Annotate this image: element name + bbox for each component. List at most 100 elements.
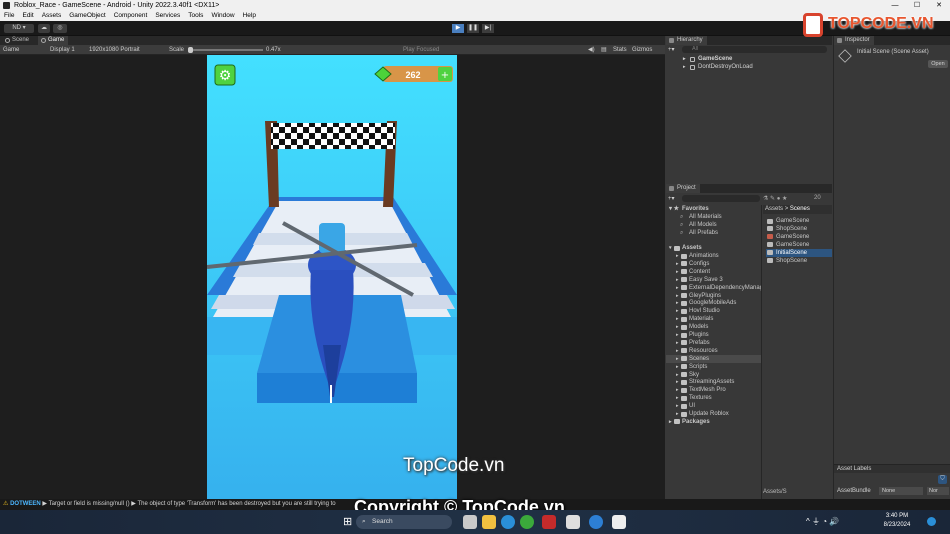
collab-icon[interactable]: ◎ xyxy=(53,24,67,33)
menu-assets[interactable]: Assets xyxy=(38,11,66,21)
asset-bundle-dropdown[interactable]: None xyxy=(879,487,923,495)
add-icon[interactable]: +▾ xyxy=(668,46,675,53)
folder-item[interactable]: ▸ Scripts xyxy=(666,363,761,371)
close-button[interactable]: ✕ xyxy=(928,0,950,11)
topcode-logo: TOPCODE.VN xyxy=(800,11,950,39)
unity-hub-icon[interactable] xyxy=(566,515,580,529)
project-search[interactable] xyxy=(682,195,760,202)
folder-item[interactable]: ▸ Materials xyxy=(666,315,761,323)
file-explorer-icon[interactable] xyxy=(482,515,496,529)
assets-header[interactable]: ▾ Assets xyxy=(666,244,761,252)
console-message[interactable]: ▶ Target or field is missing/null () ▶ T… xyxy=(42,501,335,507)
app-icon[interactable] xyxy=(542,515,556,529)
folder-item[interactable]: ▸ Textures xyxy=(666,394,761,402)
scale-slider-handle[interactable] xyxy=(188,47,193,53)
stats-button[interactable]: Stats xyxy=(613,45,627,55)
scale-slider[interactable] xyxy=(188,49,263,51)
create-icon[interactable]: +▾ xyxy=(668,195,675,202)
folder-item[interactable]: ▸ Hovl Studio xyxy=(666,307,761,315)
menu-services[interactable]: Services xyxy=(151,11,184,21)
menu-gameobject[interactable]: GameObject xyxy=(65,11,110,21)
scene-file[interactable]: GameScene xyxy=(766,233,832,241)
folder-icon xyxy=(681,324,687,330)
folder-item[interactable]: ▸ UI xyxy=(666,402,761,410)
folder-icon xyxy=(681,269,687,275)
menu-file[interactable]: File xyxy=(0,11,18,21)
favorites-header[interactable]: ▾ ★ Favorites xyxy=(666,205,761,213)
asset-variant-dropdown[interactable]: Nor xyxy=(927,487,949,495)
clock-time[interactable]: 3:40 PM xyxy=(883,513,911,519)
favorite-item[interactable]: ⌕ All Materials xyxy=(666,213,761,221)
step-button[interactable]: ▶| xyxy=(482,24,494,33)
folder-item[interactable]: ▸ Easy Save 3 xyxy=(666,276,761,284)
play-button[interactable]: ▶ xyxy=(452,24,464,33)
system-tray-icons[interactable]: ^ ⏚ ◔ 🔊 xyxy=(806,516,839,527)
open-button[interactable]: Open xyxy=(928,60,948,68)
menu-window[interactable]: Window xyxy=(207,11,238,21)
cloud-icon[interactable]: ☁ xyxy=(38,24,50,33)
folder-item[interactable]: ▸ GoogleMobileAds xyxy=(666,299,761,307)
folder-icon xyxy=(681,372,687,377)
taskbar-search[interactable]: ⌕ Search xyxy=(356,515,452,529)
scene-file[interactable]: ShopScene xyxy=(766,257,832,265)
maximize-button[interactable]: ☐ xyxy=(906,0,928,11)
gizmos-button[interactable]: Gizmos xyxy=(632,45,652,55)
game-mode-dropdown[interactable]: Game xyxy=(3,45,19,55)
folder-item[interactable]: ▸ Update Roblox xyxy=(666,410,761,418)
tab-game[interactable]: Game xyxy=(38,36,69,45)
minimize-button[interactable]: — xyxy=(884,0,906,11)
favorite-item[interactable]: ⌕ All Models xyxy=(666,221,761,229)
display-dropdown[interactable]: Display 1 xyxy=(50,45,75,55)
chrome-icon[interactable] xyxy=(520,515,534,529)
game-view-controls: Game Display 1 1920x1080 Portrait Scale … xyxy=(0,45,665,55)
folder-item[interactable]: ▸ Configs xyxy=(666,260,761,268)
label-icon[interactable]: ⛉ xyxy=(938,475,947,484)
hierarchy-search[interactable]: All xyxy=(682,46,827,53)
clock-date[interactable]: 8/23/2024 xyxy=(880,522,914,528)
folder-item[interactable]: ▸ ExternalDependencyManager xyxy=(666,284,761,292)
mute-audio-icon[interactable]: ◀) xyxy=(588,45,595,55)
folder-item[interactable]: ▸ Prefabs xyxy=(666,339,761,347)
task-view-icon[interactable] xyxy=(463,515,477,529)
account-dropdown[interactable]: ND ▾ xyxy=(4,24,34,33)
windows-start-icon[interactable]: ⊞ xyxy=(343,515,355,529)
filter-icons[interactable]: ⚗ ✎ ● ★ xyxy=(763,195,787,202)
folder-item[interactable]: ▸ StreamingAssets xyxy=(666,378,761,386)
folder-item[interactable]: ▸ GleyPlugins xyxy=(666,292,761,300)
play-focused-dropdown[interactable]: Play Focused xyxy=(403,45,439,55)
folder-item[interactable]: ▸ Resources xyxy=(666,347,761,355)
tab-scene[interactable]: Scene xyxy=(2,36,33,45)
folder-item[interactable]: ▸ Sky xyxy=(666,371,761,379)
unity-editor-icon[interactable] xyxy=(612,515,626,529)
folder-item[interactable]: ▸ TextMesh Pro xyxy=(666,386,761,394)
menu-edit[interactable]: Edit xyxy=(18,11,37,21)
resolution-dropdown[interactable]: 1920x1080 Portrait xyxy=(89,45,140,55)
pause-button[interactable]: ❚❚ xyxy=(467,24,479,33)
menu-tools[interactable]: Tools xyxy=(184,11,207,21)
hierarchy-item[interactable]: ▸ DontDestroyOnLoad xyxy=(666,64,832,72)
notification-icon[interactable] xyxy=(927,517,936,526)
game-render[interactable]: ⚙ 262 + xyxy=(207,55,457,499)
scene-file[interactable]: InitialScene xyxy=(766,248,832,257)
folder-item[interactable]: ▸ Models xyxy=(666,323,761,331)
messenger-icon[interactable] xyxy=(589,515,603,529)
folder-icon xyxy=(674,419,680,425)
scene-icon xyxy=(690,65,695,70)
folder-item[interactable]: ▸ Content xyxy=(666,268,761,276)
tab-hierarchy[interactable]: Hierarchy xyxy=(666,36,707,45)
edge-icon[interactable] xyxy=(501,515,515,529)
packages-header[interactable]: ▸ Packages xyxy=(666,418,761,426)
menu-component[interactable]: Component xyxy=(110,11,152,21)
scene-file[interactable]: GameScene xyxy=(766,241,832,249)
scene-file[interactable]: ShopScene xyxy=(766,225,832,233)
favorite-item[interactable]: ⌕ All Prefabs xyxy=(666,229,761,237)
menu-help[interactable]: Help xyxy=(239,11,260,21)
tab-project[interactable]: Project xyxy=(666,184,700,193)
game-view[interactable]: ⚙ 262 + TopCode.vn xyxy=(0,55,665,499)
folder-item[interactable]: ▸ Animations xyxy=(666,252,761,260)
view-tabs: Scene Game xyxy=(0,36,665,45)
scene-file[interactable]: GameScene xyxy=(766,217,832,225)
hierarchy-item[interactable]: ▸ GameScene xyxy=(666,56,832,64)
folder-item[interactable]: ▸ Plugins xyxy=(666,331,761,339)
folder-item[interactable]: ▸ Scenes xyxy=(666,354,761,363)
